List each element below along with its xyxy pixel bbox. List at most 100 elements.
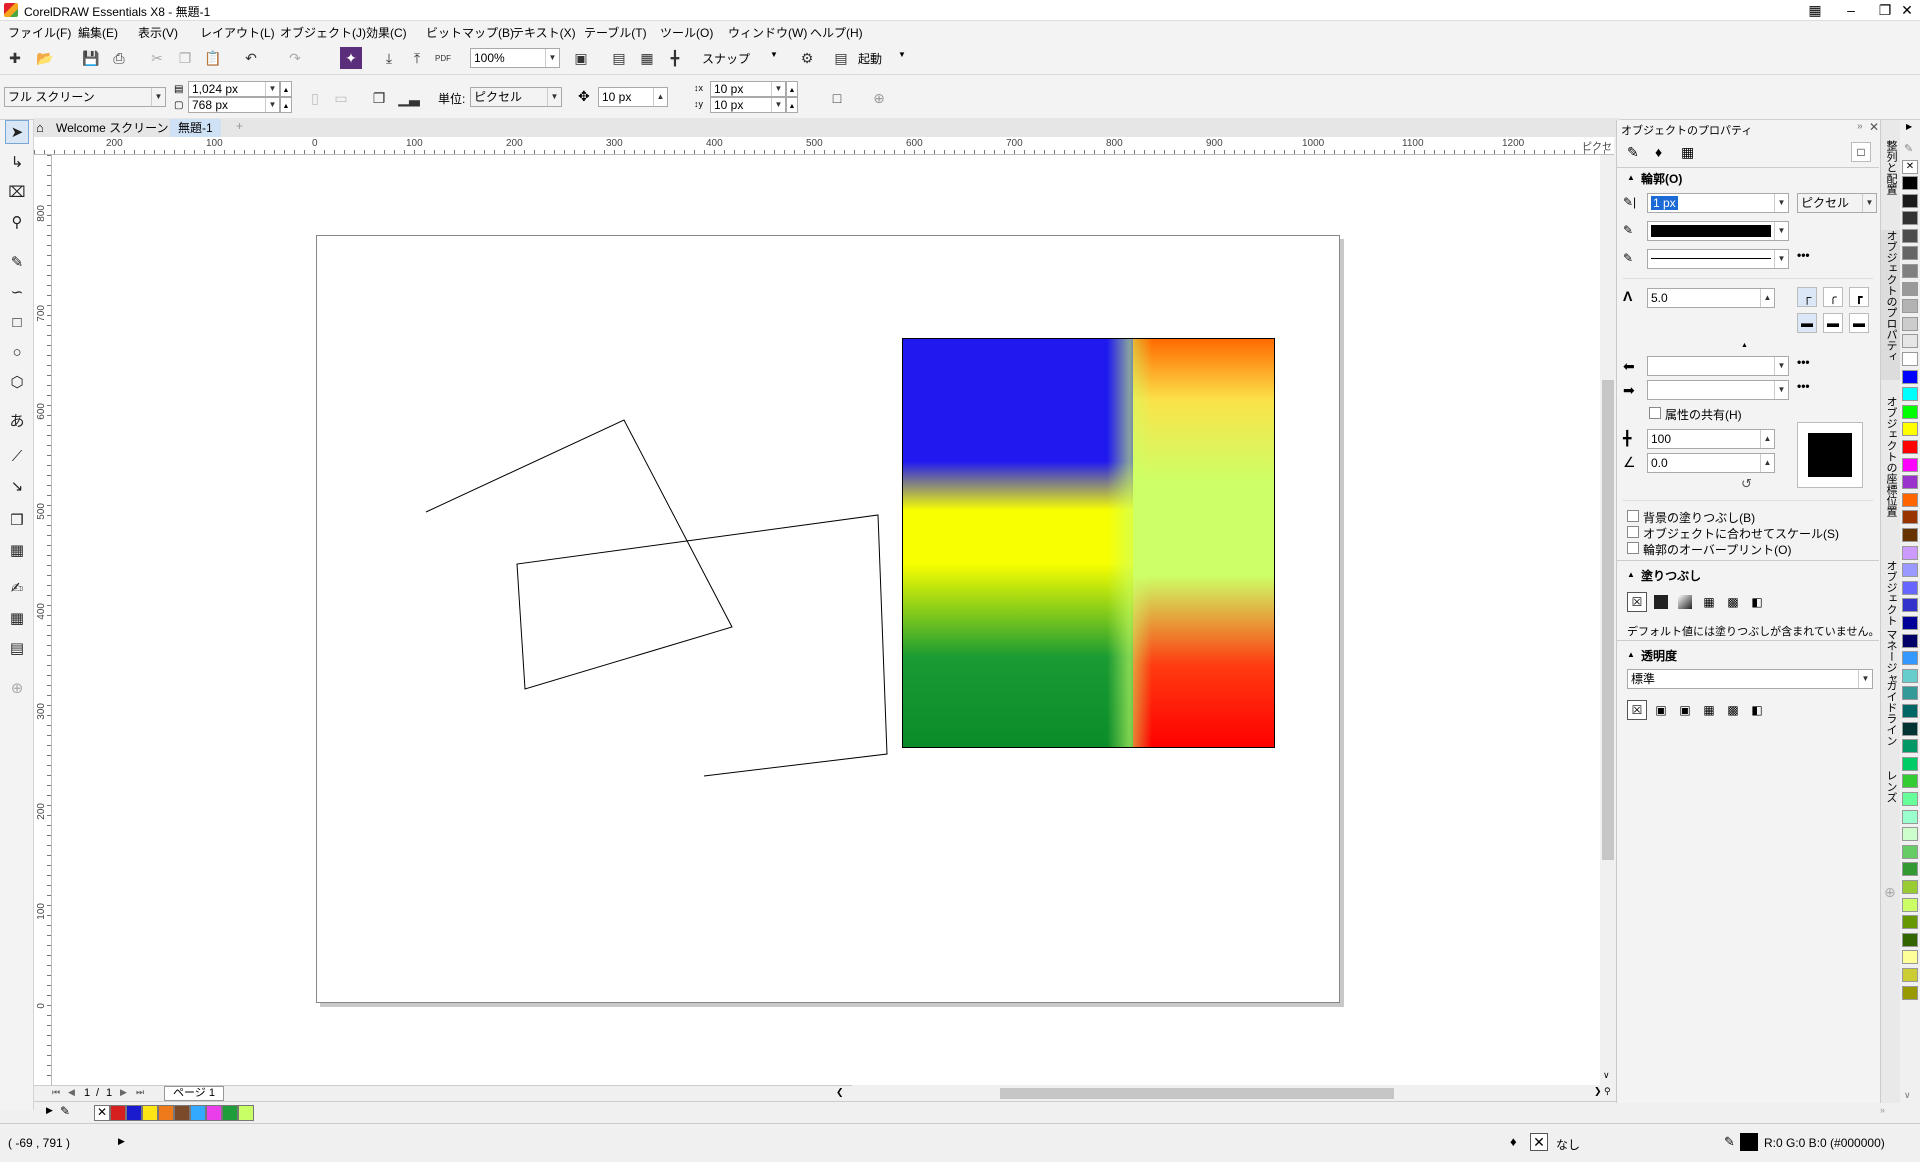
menu-window[interactable]: ウィンドウ(W) [728,24,807,41]
menu-view[interactable]: 表示(V) [138,24,178,41]
nib-angle-field[interactable]: 0.0 ▲ [1647,453,1775,473]
bitmap-pattern-transparency-icon[interactable]: ▩ [1723,700,1743,720]
palette-color-swatch[interactable] [1902,915,1918,930]
show-rulers-icon[interactable]: ▤ [608,47,630,69]
palette-color-swatch[interactable] [1902,228,1918,243]
options-gear-icon[interactable]: ⚙ [796,47,818,69]
add-docker-icon[interactable]: ⊕ [1884,884,1896,901]
status-arrow-icon[interactable]: ▶ [118,1136,125,1147]
menu-table[interactable]: テーブル(T) [584,24,647,41]
palette-color-swatch[interactable] [1902,774,1918,789]
document-color-swatch[interactable] [190,1105,206,1121]
palette-color-swatch[interactable] [1902,616,1918,630]
show-grid-icon[interactable]: ▦ [636,47,658,69]
miter-join-icon[interactable]: ┌ [1797,287,1817,307]
redo-icon[interactable]: ↷ [284,47,306,69]
palette-color-swatch[interactable] [1902,334,1918,349]
transparency-tool-icon[interactable]: ▦ [5,538,29,562]
tab-page-1[interactable]: ページ 1 [164,1086,224,1101]
palette-menu-icon[interactable]: ▶ [1906,122,1912,131]
transparency-tab-icon[interactable]: ▦ [1681,144,1694,161]
prev-page-icon[interactable]: ◀ [68,1087,75,1098]
palette-color-swatch[interactable] [1902,528,1918,542]
menu-effects[interactable]: 効果(C) [366,24,407,41]
palette-color-swatch[interactable] [1902,827,1918,842]
crop-tool-icon[interactable]: ⌧ [5,180,29,204]
fill-none-swatch[interactable]: ✕ [1530,1133,1548,1151]
palette-color-swatch[interactable] [1902,809,1918,824]
round-cap-icon[interactable]: ▬ [1823,313,1843,333]
scroll-down-icon[interactable]: ∨ [1603,1070,1610,1081]
minimize-button[interactable]: – [1836,0,1866,21]
side-tab-object-coordinates[interactable]: オブジェクトの座標位置 [1881,396,1901,546]
palette-color-swatch[interactable] [1902,316,1918,331]
palette-color-swatch[interactable] [1902,193,1918,208]
palette-color-swatch[interactable] [1902,633,1918,648]
interactive-fill-tool-icon[interactable]: ▦ [5,606,29,630]
outline-color-swatch[interactable] [1740,1133,1758,1151]
palette-color-swatch[interactable] [1902,598,1918,613]
current-page-icon[interactable]: ▁▃ [398,87,420,109]
vector-pattern-transparency-icon[interactable]: ▦ [1699,700,1719,720]
polygon-tool-icon[interactable]: ⬡ [5,370,29,394]
end-arrow-more-icon[interactable]: ••• [1797,379,1810,393]
open-icon[interactable]: 📂 [34,47,56,69]
palette-eyedropper-icon[interactable]: ✎ [60,1104,70,1118]
outline-tab-icon[interactable]: ✎ [1627,144,1639,161]
vector-pattern-fill-icon[interactable]: ▦ [1699,592,1719,612]
document-color-swatch[interactable] [222,1105,238,1121]
reset-nib-icon[interactable]: ↺ [1741,476,1752,492]
side-tab-lens[interactable]: レンズ [1881,770,1901,830]
arrow-section-collapse-icon[interactable]: ▲ [1741,342,1748,349]
palette-color-swatch[interactable] [1902,721,1918,736]
palette-color-swatch[interactable] [1902,387,1918,402]
square-cap-icon[interactable]: ▬ [1797,313,1817,333]
document-color-swatch[interactable] [126,1105,142,1121]
drawing-canvas[interactable] [52,155,1614,1085]
document-color-swatch[interactable] [158,1105,174,1121]
page-width-field[interactable]: 1,024 px ▼ [188,81,280,97]
palette-color-swatch[interactable] [1902,404,1918,419]
page-size-preset[interactable]: フル スクリーン ▼ [4,87,166,107]
palette-color-swatch[interactable] [1902,492,1918,507]
all-pages-icon[interactable]: ❐ [368,87,390,109]
zoom-level-field[interactable]: 100% ▼ [470,48,560,68]
transparency-collapse-icon[interactable]: ▲ [1627,650,1635,659]
side-tab-object-properties[interactable]: オブジェクトのプロパティ [1881,230,1901,380]
stretch-field[interactable]: 100 ▲ [1647,429,1775,449]
round-join-icon[interactable]: ╭ [1823,287,1843,307]
vertical-scroll-thumb[interactable] [1602,380,1614,860]
palette-color-swatch[interactable] [1902,739,1918,754]
drawing-objects[interactable] [52,155,1614,1085]
freehand-tool-icon[interactable]: ✎ [5,250,29,274]
export-icon[interactable]: ⤒ [406,47,428,69]
copy-icon[interactable]: ❐ [174,47,196,69]
next-page-icon[interactable]: ▶ [120,1087,127,1098]
last-page-icon[interactable]: ⏭ [136,1087,144,1098]
landscape-icon[interactable]: ▭ [330,87,352,109]
palette-arrow-icon[interactable]: ▶ [46,1105,53,1116]
palette-color-swatch[interactable] [1902,176,1918,190]
palette-color-swatch[interactable] [1902,932,1918,947]
fountain-transparency-icon[interactable]: ▣ [1675,700,1695,720]
nudge-distance-field[interactable]: 10 px ▲ [598,87,668,107]
account-icon[interactable]: ▦ [1800,0,1830,21]
palette-color-swatch[interactable] [1902,950,1918,965]
shape-tool-icon[interactable]: ↳ [5,150,29,174]
palette-color-swatch[interactable] [1902,844,1918,859]
tab-welcome-screen[interactable]: Welcome スクリーン [48,119,177,137]
ellipse-tool-icon[interactable]: ○ [5,340,29,364]
behind-fill-checkbox[interactable] [1627,510,1639,522]
palette-color-swatch[interactable] [1902,897,1918,912]
palette-color-swatch[interactable] [1902,246,1918,261]
palette-color-swatch[interactable] [1902,475,1918,490]
horizontal-ruler[interactable]: 200 100 0 100 200 300 400 500 600 700 80… [34,137,1614,155]
full-screen-icon[interactable]: ▣ [570,47,592,69]
snap-chevron-down-icon[interactable]: ▼ [770,50,778,59]
menu-bitmaps[interactable]: ビットマップ(B) [426,24,514,41]
palette-color-swatch[interactable] [1902,563,1918,578]
palette-color-swatch[interactable] [1902,545,1918,560]
page-border-icon[interactable]: □ [826,87,848,109]
document-color-swatch[interactable] [206,1105,222,1121]
docker-frame-icon[interactable]: □ [1851,142,1871,162]
